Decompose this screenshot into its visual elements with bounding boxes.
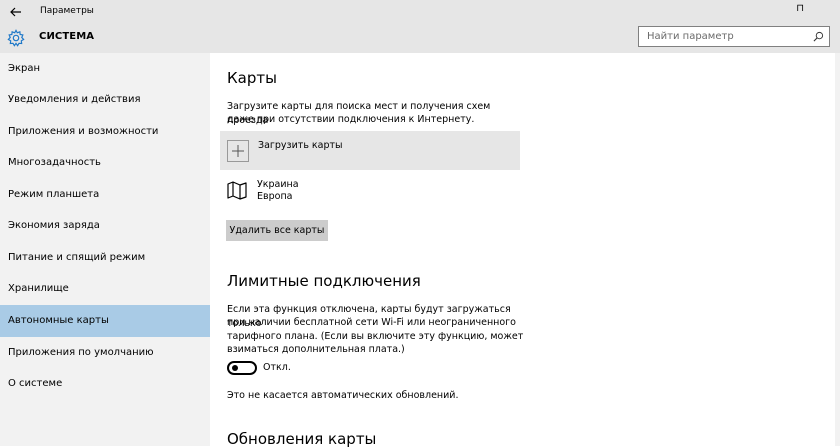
map-updates-heading: Обновления карты [227,430,377,448]
sidebar-item-power-sleep[interactable]: Питание и спящий режим [0,242,210,274]
metered-heading: Лимитные подключения [227,272,421,290]
sidebar-item-apps-features[interactable]: Приложения и возможности [0,116,210,148]
plus-box [227,140,249,162]
section-title: СИСТЕМА [39,31,95,42]
search-input[interactable] [639,27,809,46]
gear-icon [7,29,25,47]
back-arrow-icon[interactable] [8,4,24,20]
download-maps-label: Загрузить карты [258,140,343,151]
delete-all-maps-button[interactable]: Удалить все карты [226,220,328,241]
search-box[interactable] [638,26,830,47]
sidebar-item-about[interactable]: О системе [0,368,210,400]
map-entry[interactable]: Украина Европа [227,178,427,206]
sidebar-item-display[interactable]: Экран [0,53,210,85]
window-title: Параметры [40,6,94,16]
map-continent-name: Европа [257,191,293,202]
sidebar-item-multitasking[interactable]: Многозадачность [0,147,210,179]
metered-description-line4: взиматься дополнительная плата.) [227,344,405,355]
sidebar-item-battery-saver[interactable]: Экономия заряда [0,210,210,242]
sidebar-item-default-apps[interactable]: Приложения по умолчанию [0,337,210,369]
title-bar: Параметры ⊓ [0,0,840,24]
map-region-name: Украина [257,179,299,190]
sidebar-item-notifications[interactable]: Уведомления и действия [0,84,210,116]
download-maps-button[interactable]: Загрузить карты [220,131,520,170]
plus-icon [232,145,244,157]
metered-description-line3: тарифного плана. (Если вы включите эту ф… [227,331,524,342]
page-header: СИСТЕМА [0,24,840,53]
main-content: Карты Загрузите карты для поиска мест и … [210,53,840,448]
sidebar-item-storage[interactable]: Хранилище [0,273,210,305]
maps-description-line2: даже при отсутствии подключения к Интерн… [227,114,475,125]
sidebar: Экран Уведомления и действия Приложения … [0,53,210,446]
scrollbar[interactable] [835,53,840,446]
toggle-state-label: Откл. [263,362,291,373]
window-control[interactable]: ⊓ [796,3,804,14]
metered-description-line2: при наличии бесплатной сети Wi-Fi или не… [227,317,516,328]
map-icon [227,181,247,200]
search-icon[interactable] [813,31,824,42]
auto-update-note: Это не касается автоматических обновлени… [227,390,459,401]
sidebar-item-tablet-mode[interactable]: Режим планшета [0,179,210,211]
toggle-knob [232,365,238,371]
metered-toggle[interactable] [227,361,257,375]
sidebar-item-offline-maps[interactable]: Автономные карты [0,305,210,337]
maps-heading: Карты [227,69,277,87]
